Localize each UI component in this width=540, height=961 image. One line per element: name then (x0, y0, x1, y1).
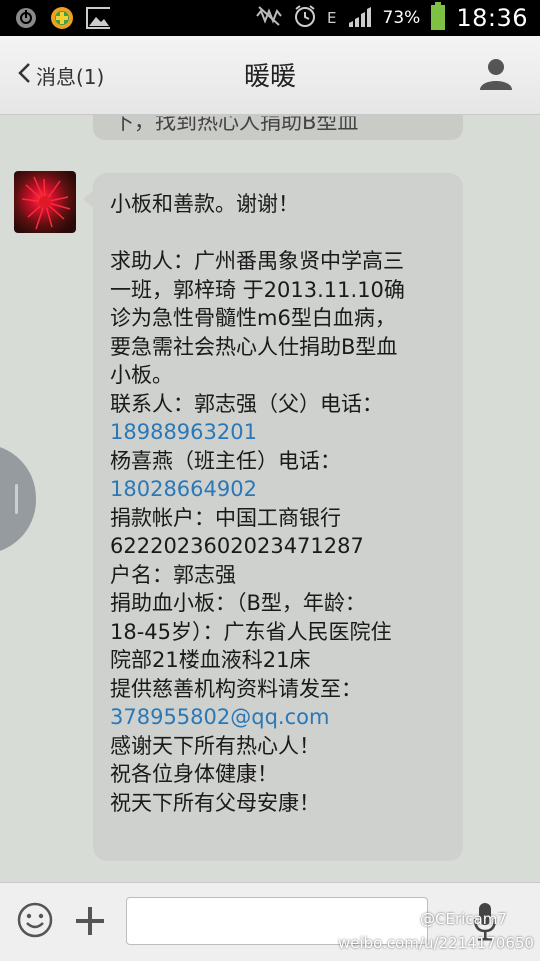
message-line: 祝天下所有父母安康！ (110, 790, 320, 815)
message-line: 求助人：广州番禺象贤中学高三 (110, 249, 404, 273)
message-line: 捐助血小板：（B型，年龄： (110, 591, 366, 615)
email-domain: @qq.com (230, 705, 330, 729)
message-line: 要急需社会热心人仕捐助B型血 (110, 334, 398, 359)
plus-icon (76, 907, 104, 935)
previous-message-bubble[interactable]: 下，找到热心人捐助B型血 (93, 115, 463, 140)
plus-notify-icon (50, 6, 74, 30)
message-line: 院部21楼血液科21床 (110, 648, 311, 672)
watermark-handle: @CEricam7 (420, 910, 507, 928)
message-line: 捐款帐户：中国工商银行 (110, 505, 341, 530)
image-notify-icon (86, 6, 110, 30)
message-line: 小板。 (110, 363, 173, 387)
message-line: 一班，郭梓琦 于2013.11.10确 (110, 277, 405, 302)
person-icon (480, 59, 512, 90)
battery-icon (430, 2, 446, 34)
signal-icon (347, 5, 373, 31)
message-line: 祝各位身体健康！ (110, 762, 278, 786)
watermark-url: weibo.com/u/2214170650 (338, 934, 534, 952)
network-type-icon: E (327, 8, 337, 27)
status-bar: E 73% 18:36 (0, 0, 540, 36)
chat-header: 消息(1) 暖暖 (0, 36, 540, 115)
mute-icon (255, 5, 283, 31)
message-line: 联系人：郭志强（父）电话： (110, 391, 383, 416)
phone-link[interactable]: 18028664902 (110, 477, 257, 501)
message-line: 提供慈善机构资料请发至： (110, 676, 362, 701)
message-bubble[interactable]: 小板和善款。谢谢！ 求助人：广州番禺象贤中学高三 一班，郭梓琦 于2013.11… (83, 173, 463, 861)
phone-link[interactable]: 18988963201 (110, 420, 257, 444)
message-line: 户名：郭志强 (110, 562, 236, 587)
smiley-icon (17, 902, 53, 938)
emoji-button[interactable] (16, 901, 54, 939)
message-line: 6222023602023471287 (110, 534, 364, 558)
avatar[interactable] (14, 171, 76, 233)
battery-percent: 73% (382, 8, 421, 28)
message-line: 杨喜燕（班主任）电话： (110, 448, 341, 473)
email-link[interactable]: 378955802 (110, 705, 230, 729)
clock: 18:36 (456, 4, 528, 32)
alarm-icon (293, 4, 317, 32)
grip-icon (15, 484, 18, 514)
message-line: 诊为急性骨髓性m6型白血病， (110, 306, 396, 330)
message-text: 小板和善款。谢谢！ 求助人：广州番禺象贤中学高三 一班，郭梓琦 于2013.11… (110, 190, 450, 817)
message-line: 小板和善款。谢谢！ (110, 192, 299, 216)
flower-avatar-image (21, 176, 71, 230)
chat-title: 暖暖 (243, 62, 296, 92)
wechat-notify-icon (14, 6, 38, 30)
attach-button[interactable] (72, 903, 108, 939)
previous-message-text: 下，找到热心人捐助B型血 (113, 115, 359, 135)
profile-button[interactable] (478, 56, 514, 92)
chat-area[interactable]: 下，找到热心人捐助B型血 小板和善款。谢谢！ 求助人：广州番禺象贤中学高三 一班… (0, 115, 540, 882)
message-line: 感谢天下所有热心人！ (110, 733, 320, 758)
message-line: 18-45岁）：广东省人民医院住 (110, 619, 392, 644)
